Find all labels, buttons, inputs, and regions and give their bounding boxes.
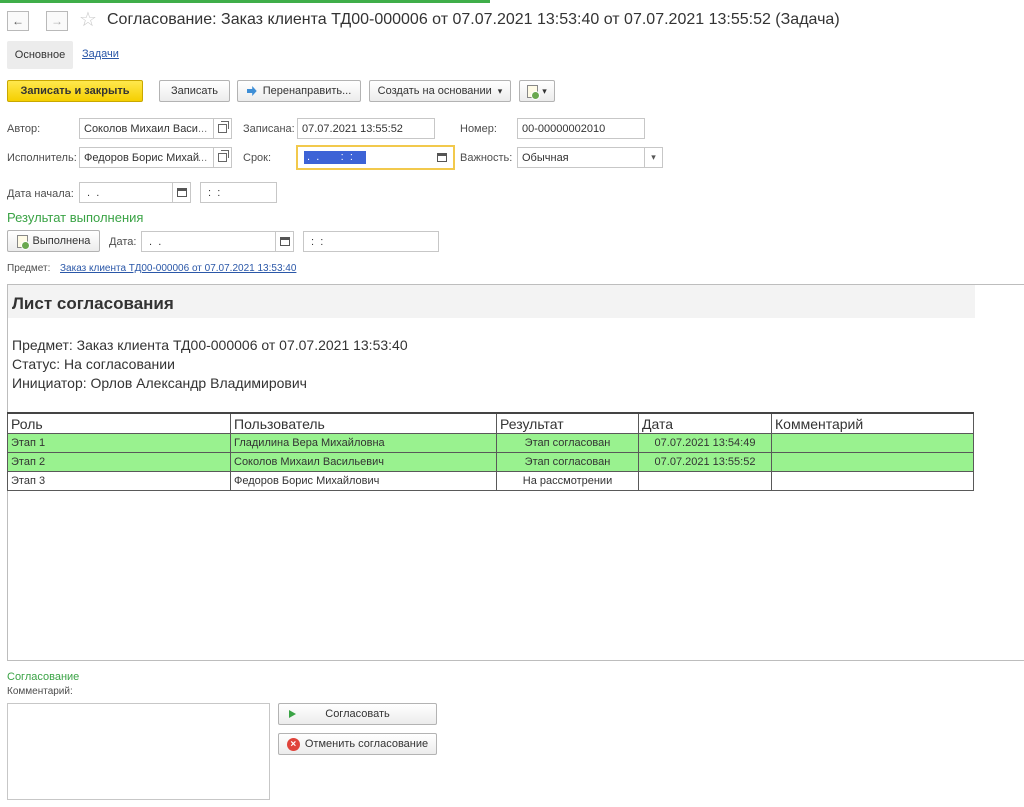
table-header-row: Роль Пользователь Результат Дата Коммент… xyxy=(7,412,974,434)
create-based-on-button[interactable]: Создать на основании ▾ xyxy=(369,80,511,102)
arrow-right-icon: → xyxy=(51,14,63,28)
approve-button[interactable]: Согласовать xyxy=(278,703,437,725)
table-row: Этап 3 Федоров Борис Михайлович На рассм… xyxy=(7,471,974,491)
play-icon xyxy=(289,710,296,718)
sheet-status-line: Статус: На согласовании xyxy=(12,356,175,372)
comment-cell xyxy=(771,433,974,453)
approve-label: Согласовать xyxy=(325,708,390,720)
column-header: Результат xyxy=(496,412,639,434)
executor-field[interactable]: Федоров Борис Михай xyxy=(79,147,214,168)
redirect-button[interactable]: Перенаправить... xyxy=(237,80,361,102)
column-header: Комментарий xyxy=(771,412,974,434)
deadline-label: Срок: xyxy=(243,152,272,164)
sheet-initiator-line: Инициатор: Орлов Александр Владимирович xyxy=(12,375,307,391)
top-progress-line xyxy=(0,0,490,3)
result-date-field[interactable]: . . xyxy=(141,231,276,252)
calendar-icon xyxy=(279,237,290,246)
result-date-calendar-button[interactable] xyxy=(276,231,294,252)
importance-select[interactable]: Обычная xyxy=(517,147,645,168)
role-cell: Этап 1 xyxy=(7,433,231,453)
done-label: Выполнена xyxy=(32,235,91,247)
sheet-subject-line: Предмет: Заказ клиента ТД00-000006 от 07… xyxy=(12,337,408,353)
approval-table: Роль Пользователь Результат Дата Коммент… xyxy=(7,412,974,491)
number-field[interactable]: 00-00000002010 xyxy=(517,118,645,139)
role-cell: Этап 3 xyxy=(7,471,231,491)
print-menu-button[interactable]: ▾ xyxy=(519,80,555,102)
result-cell: Этап согласован xyxy=(496,433,639,453)
tab-tasks[interactable]: Задачи xyxy=(82,48,119,60)
written-field: 07.07.2021 13:55:52 xyxy=(297,118,435,139)
subject-label: Предмет: xyxy=(7,263,51,274)
start-time-field[interactable]: : : xyxy=(200,182,277,203)
author-select-ellipsis[interactable]: ... xyxy=(198,123,207,135)
result-heading: Результат выполнения xyxy=(7,210,144,225)
cancel-icon: × xyxy=(286,737,300,751)
chevron-down-icon: ▾ xyxy=(542,85,547,96)
importance-label: Важность: xyxy=(460,152,513,164)
approval-heading: Согласование xyxy=(7,671,80,683)
comment-textarea[interactable] xyxy=(7,703,270,800)
arrow-left-icon: ← xyxy=(12,14,24,28)
author-label: Автор: xyxy=(7,123,41,135)
window-title: Согласование: Заказ клиента ТД00-000006 … xyxy=(107,11,840,28)
executor-select-ellipsis[interactable]: ... xyxy=(198,152,207,164)
user-cell: Гладилина Вера Михайловна xyxy=(230,433,497,453)
deadline-value: . . : : xyxy=(304,151,366,164)
open-icon xyxy=(218,121,229,133)
star-icon[interactable]: ☆ xyxy=(79,8,97,32)
column-header: Пользователь xyxy=(230,412,497,434)
table-row: Этап 1 Гладилина Вера Михайловна Этап со… xyxy=(7,433,974,453)
done-button[interactable]: Выполнена xyxy=(7,230,100,252)
redirect-label: Перенаправить... xyxy=(262,85,352,97)
written-label: Записана: xyxy=(243,123,295,135)
chevron-down-icon: ▾ xyxy=(497,85,503,96)
start-date-calendar-button[interactable] xyxy=(173,182,191,203)
executor-open-button[interactable] xyxy=(214,147,232,168)
start-date-label: Дата начала: xyxy=(7,188,74,200)
start-date-field[interactable]: . . xyxy=(79,182,173,203)
calendar-icon[interactable] xyxy=(437,153,447,162)
result-time-field[interactable]: : : xyxy=(303,231,439,252)
comment-cell xyxy=(771,452,974,472)
chevron-down-icon: ▾ xyxy=(651,152,656,162)
date-cell: 07.07.2021 13:55:52 xyxy=(638,452,772,472)
result-cell: Этап согласован xyxy=(496,452,639,472)
result-cell: На рассмотрении xyxy=(496,471,639,491)
number-label: Номер: xyxy=(460,123,497,135)
user-cell: Соколов Михаил Васильевич xyxy=(230,452,497,472)
document-check-icon xyxy=(16,234,30,250)
date-cell xyxy=(638,471,772,491)
date-cell: 07.07.2021 13:54:49 xyxy=(638,433,772,453)
create-based-on-label: Создать на основании xyxy=(377,85,492,97)
approval-sheet-title: Лист согласования xyxy=(12,294,174,313)
tab-main[interactable]: Основное xyxy=(7,41,73,69)
open-icon xyxy=(218,150,229,162)
back-button[interactable]: ← xyxy=(7,11,29,31)
author-field[interactable]: Соколов Михаил Васи xyxy=(79,118,214,139)
result-date-label: Дата: xyxy=(109,236,137,248)
comment-cell xyxy=(771,471,974,491)
deadline-field[interactable]: . . : : xyxy=(296,145,455,170)
column-header: Роль xyxy=(7,412,231,434)
document-icon xyxy=(527,84,541,100)
executor-label: Исполнитель: xyxy=(7,152,77,164)
forward-button[interactable]: → xyxy=(46,11,68,31)
column-header: Дата xyxy=(638,412,772,434)
role-cell: Этап 2 xyxy=(7,452,231,472)
comment-label: Комментарий: xyxy=(7,686,73,697)
calendar-icon xyxy=(176,188,187,197)
save-button[interactable]: Записать xyxy=(159,80,230,102)
cancel-approval-label: Отменить согласование xyxy=(304,738,429,750)
table-row: Этап 2 Соколов Михаил Васильевич Этап со… xyxy=(7,452,974,472)
save-and-close-button[interactable]: Записать и закрыть xyxy=(7,80,143,102)
subject-link[interactable]: Заказ клиента ТД00-000006 от 07.07.2021 … xyxy=(60,263,296,274)
author-open-button[interactable] xyxy=(214,118,232,139)
user-cell: Федоров Борис Михайлович xyxy=(230,471,497,491)
importance-dropdown-button[interactable]: ▾ xyxy=(645,147,663,168)
cancel-approval-button[interactable]: × Отменить согласование xyxy=(278,733,437,755)
redirect-arrow-icon xyxy=(246,86,257,96)
